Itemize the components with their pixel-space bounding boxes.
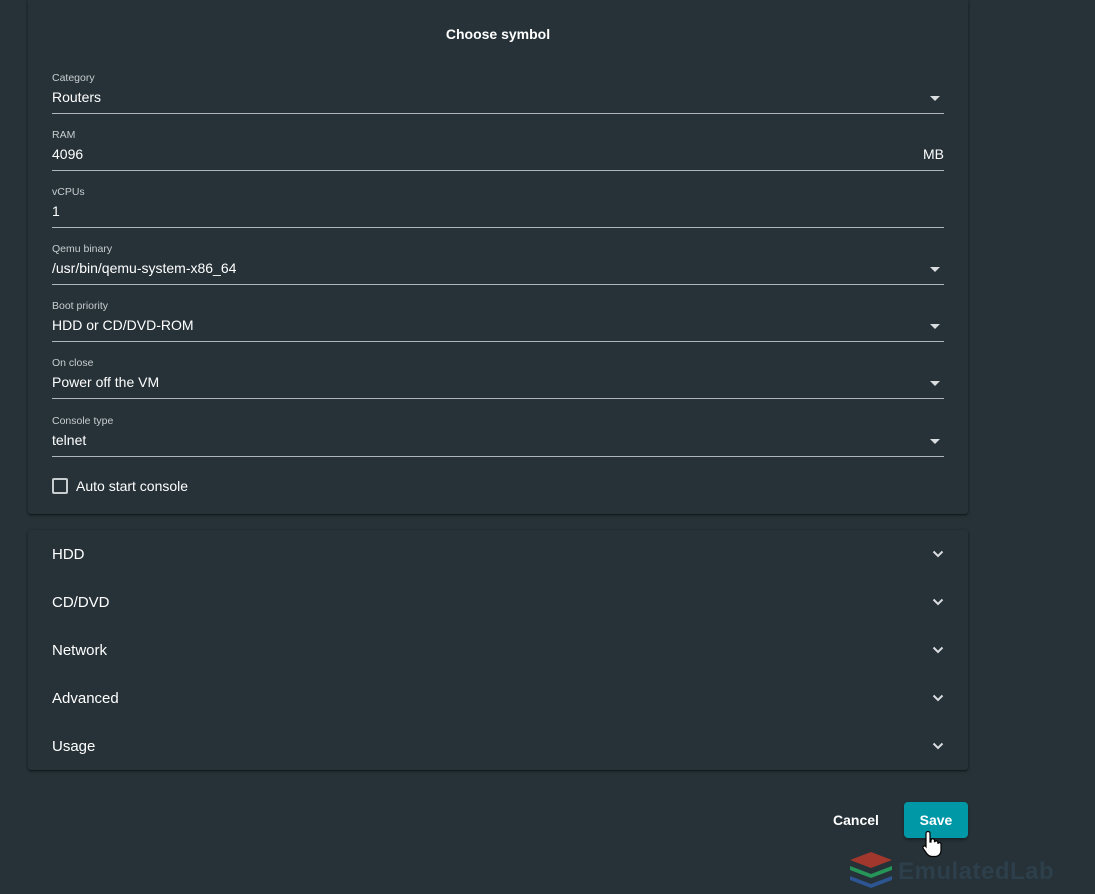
vcpus-value: 1: [52, 203, 60, 219]
dropdown-arrow-icon: [930, 267, 940, 272]
on-close-value: Power off the VM: [52, 374, 160, 390]
ram-input[interactable]: RAM 4096 MB: [52, 129, 944, 171]
qemu-binary-select[interactable]: Qemu binary /usr/bin/qemu-system-x86_64: [52, 243, 944, 285]
ram-label: RAM: [52, 129, 76, 141]
dropdown-arrow-icon: [930, 96, 940, 101]
chevron-down-icon: [932, 550, 944, 558]
chevron-down-icon: [932, 598, 944, 606]
category-value: Routers: [52, 89, 102, 105]
on-close-select[interactable]: On close Power off the VM: [52, 357, 944, 399]
dropdown-arrow-icon: [930, 324, 940, 329]
console-type-value: telnet: [52, 432, 87, 448]
panel-title: HDD: [52, 546, 85, 563]
qemu-binary-label: Qemu binary: [52, 243, 113, 255]
console-type-label: Console type: [52, 415, 114, 427]
dropdown-arrow-icon: [930, 439, 940, 444]
panel-title: Advanced: [52, 690, 119, 707]
boot-priority-value: HDD or CD/DVD-ROM: [52, 317, 194, 333]
settings-card: Choose symbol Category Routers RAM 4096 …: [28, 0, 968, 514]
auto-start-console-label: Auto start console: [76, 478, 189, 494]
cancel-button[interactable]: Cancel: [822, 803, 890, 837]
vcpus-label: vCPUs: [52, 186, 85, 198]
panel-advanced[interactable]: Advanced: [28, 674, 968, 722]
auto-start-console-row[interactable]: Auto start console: [52, 476, 352, 496]
boot-priority-label: Boot priority: [52, 300, 109, 312]
panel-cd-dvd[interactable]: CD/DVD: [28, 578, 968, 626]
chevron-down-icon: [932, 742, 944, 750]
panel-usage[interactable]: Usage: [28, 722, 968, 770]
vcpus-input[interactable]: vCPUs 1: [52, 186, 944, 228]
chevron-down-icon: [932, 694, 944, 702]
hand-pointer-icon: [922, 830, 942, 858]
on-close-label: On close: [52, 357, 94, 369]
ram-unit-suffix: MB: [923, 146, 944, 162]
logo-icon: [850, 852, 892, 888]
auto-start-console-checkbox[interactable]: [52, 478, 68, 494]
dropdown-arrow-icon: [930, 381, 940, 386]
watermark-text: EmulatedLab: [898, 858, 1055, 885]
ram-value: 4096: [52, 146, 84, 162]
panel-hdd[interactable]: HDD: [28, 530, 968, 578]
panel-network[interactable]: Network: [28, 626, 968, 674]
category-label: Category: [52, 72, 95, 84]
console-type-select[interactable]: Console type telnet: [52, 415, 944, 457]
qemu-binary-value: /usr/bin/qemu-system-x86_64: [52, 260, 237, 276]
panel-title: Usage: [52, 738, 96, 755]
panel-title: Network: [52, 642, 108, 659]
chevron-down-icon: [932, 646, 944, 654]
choose-symbol-link[interactable]: Choose symbol: [28, 26, 968, 42]
boot-priority-select[interactable]: Boot priority HDD or CD/DVD-ROM: [52, 300, 944, 342]
category-select[interactable]: Category Routers: [52, 72, 944, 114]
panel-title: CD/DVD: [52, 594, 110, 611]
expansion-panels: HDD CD/DVD Network Advanced Usage: [28, 530, 968, 770]
